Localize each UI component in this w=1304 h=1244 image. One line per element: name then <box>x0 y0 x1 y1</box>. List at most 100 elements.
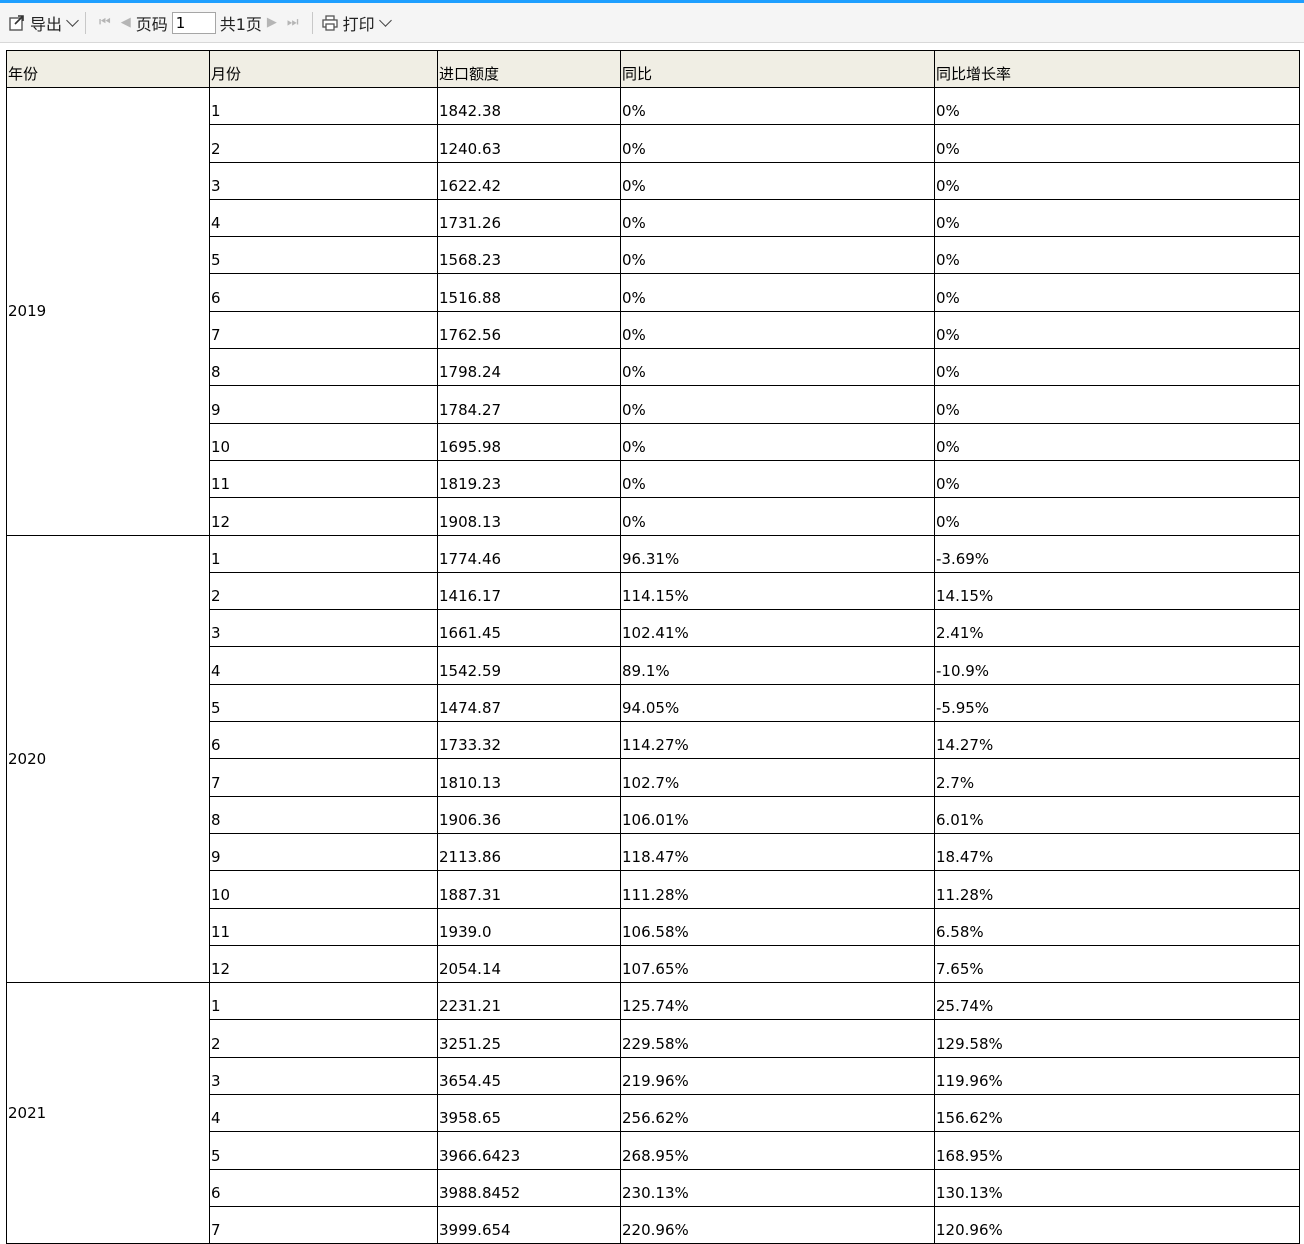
import-amount-cell: 1661.45 <box>437 609 621 648</box>
import-amount-cell: 2113.86 <box>437 832 621 872</box>
month-cell: 1 <box>209 86 438 126</box>
yoy-growth-cell: 0% <box>934 198 1300 238</box>
import-amount-cell: 1819.23 <box>437 459 621 499</box>
yoy-cell: 0% <box>620 310 935 350</box>
yoy-growth-cell: 0% <box>934 236 1300 275</box>
yoy-cell: 0% <box>620 459 935 499</box>
header-yoy: 同比 <box>620 50 935 88</box>
yoy-cell: 111.28% <box>620 870 935 909</box>
import-amount-cell: 1810.13 <box>437 758 621 797</box>
month-cell: 6 <box>209 1168 438 1207</box>
next-page-icon[interactable]: ▶ <box>267 15 277 30</box>
yoy-growth-cell: 6.01% <box>934 795 1300 834</box>
yoy-cell: 0% <box>620 497 935 536</box>
import-amount-cell: 1516.88 <box>437 273 621 312</box>
chevron-down-icon <box>66 14 79 27</box>
total-pages-label: 共1页 <box>219 14 262 34</box>
month-cell: 3 <box>209 609 438 648</box>
month-cell: 12 <box>209 497 438 536</box>
month-cell: 1 <box>209 982 438 1021</box>
yoy-cell: 220.96% <box>620 1205 935 1244</box>
yoy-growth-cell: -10.9% <box>934 646 1300 685</box>
import-amount-cell: 1798.24 <box>437 348 621 387</box>
yoy-growth-cell: 6.58% <box>934 907 1300 946</box>
yoy-cell: 118.47% <box>620 832 935 872</box>
yoy-cell: 125.74% <box>620 982 935 1021</box>
month-cell: 11 <box>209 459 438 499</box>
import-amount-cell: 1474.87 <box>437 683 621 723</box>
yoy-cell: 0% <box>620 422 935 461</box>
yoy-growth-cell: 18.47% <box>934 832 1300 872</box>
month-cell: 3 <box>209 161 438 200</box>
header-month: 月份 <box>209 50 438 88</box>
yoy-growth-cell: 129.58% <box>934 1019 1300 1058</box>
yoy-cell: 256.62% <box>620 1094 935 1133</box>
month-cell: 4 <box>209 1094 438 1133</box>
last-page-icon[interactable]: ⏭ <box>287 15 299 30</box>
month-cell: 5 <box>209 236 438 275</box>
print-menu[interactable]: 打印 <box>321 9 392 37</box>
import-amount-cell: 1842.38 <box>437 86 621 126</box>
yoy-growth-cell: 2.41% <box>934 609 1300 648</box>
yoy-cell: 0% <box>620 385 935 424</box>
yoy-cell: 114.15% <box>620 571 935 611</box>
yoy-growth-cell: 0% <box>934 385 1300 424</box>
import-amount-cell: 3958.65 <box>437 1094 621 1133</box>
import-amount-cell: 1695.98 <box>437 422 621 461</box>
yoy-growth-cell: 0% <box>934 273 1300 312</box>
month-cell: 2 <box>209 1019 438 1058</box>
month-cell: 8 <box>209 795 438 834</box>
table-header-row: 年份 月份 进口额度 同比 同比增长率 <box>6 50 1300 88</box>
yoy-cell: 107.65% <box>620 944 935 984</box>
export-menu[interactable]: 导出 <box>8 9 79 37</box>
toolbar-divider <box>311 11 313 34</box>
yoy-cell: 230.13% <box>620 1168 935 1207</box>
yoy-growth-cell: 0% <box>934 86 1300 126</box>
yoy-growth-cell: 25.74% <box>934 982 1300 1021</box>
import-amount-cell: 3966.6423 <box>437 1131 621 1170</box>
month-cell: 12 <box>209 944 438 984</box>
import-amount-cell: 3654.45 <box>437 1056 621 1096</box>
first-page-icon[interactable]: ⏮ <box>99 15 111 30</box>
table-row: 2021 1 2231.21 125.74% 25.74% <box>6 982 1300 1244</box>
yoy-cell: 229.58% <box>620 1019 935 1058</box>
table-row: 2020 1 1774.46 96.31% -3.69% <box>6 534 1300 984</box>
import-amount-cell: 2231.21 <box>437 982 621 1021</box>
import-amount-cell: 1568.23 <box>437 236 621 275</box>
month-cell: 7 <box>209 758 438 797</box>
report-toolbar: 导出 ⏮ ◀ 页码 共1页 ▶ ⏭ 打印 <box>0 3 1304 43</box>
header-import-amount: 进口额度 <box>437 50 621 88</box>
month-cell: 10 <box>209 870 438 909</box>
page-number-input[interactable] <box>171 11 216 34</box>
import-amount-cell: 1733.32 <box>437 721 621 760</box>
month-cell: 9 <box>209 832 438 872</box>
yoy-cell: 102.7% <box>620 758 935 797</box>
import-report-table: 年份 月份 进口额度 同比 同比增长率 2019 1 1842.38 0% 0% 2 124… <box>6 50 1300 1244</box>
yoy-cell: 106.58% <box>620 907 935 946</box>
import-amount-cell: 1731.26 <box>437 198 621 238</box>
month-cell: 1 <box>209 534 438 573</box>
import-amount-cell: 1416.17 <box>437 571 621 611</box>
month-cell: 2 <box>209 571 438 611</box>
export-icon <box>9 14 24 31</box>
import-amount-cell: 1939.0 <box>437 907 621 946</box>
header-year: 年份 <box>6 50 210 88</box>
yoy-cell: 114.27% <box>620 721 935 760</box>
page-label: 页码 <box>135 14 168 34</box>
import-amount-cell: 1784.27 <box>437 385 621 424</box>
yoy-cell: 0% <box>620 198 935 238</box>
prev-page-icon[interactable]: ◀ <box>121 15 131 30</box>
import-amount-cell: 3251.25 <box>437 1019 621 1058</box>
chevron-down-icon <box>378 14 392 27</box>
yoy-cell: 0% <box>620 273 935 312</box>
yoy-cell: 268.95% <box>620 1131 935 1170</box>
import-amount-cell: 1622.42 <box>437 161 621 200</box>
import-amount-cell: 2054.14 <box>437 944 621 984</box>
yoy-growth-cell: -5.95% <box>934 683 1300 723</box>
yoy-growth-cell: 0% <box>934 348 1300 387</box>
yoy-growth-cell: 0% <box>934 497 1300 536</box>
yoy-growth-cell: 119.96% <box>934 1056 1300 1096</box>
import-amount-cell: 1906.36 <box>437 795 621 834</box>
month-cell: 7 <box>209 310 438 350</box>
month-cell: 11 <box>209 907 438 946</box>
